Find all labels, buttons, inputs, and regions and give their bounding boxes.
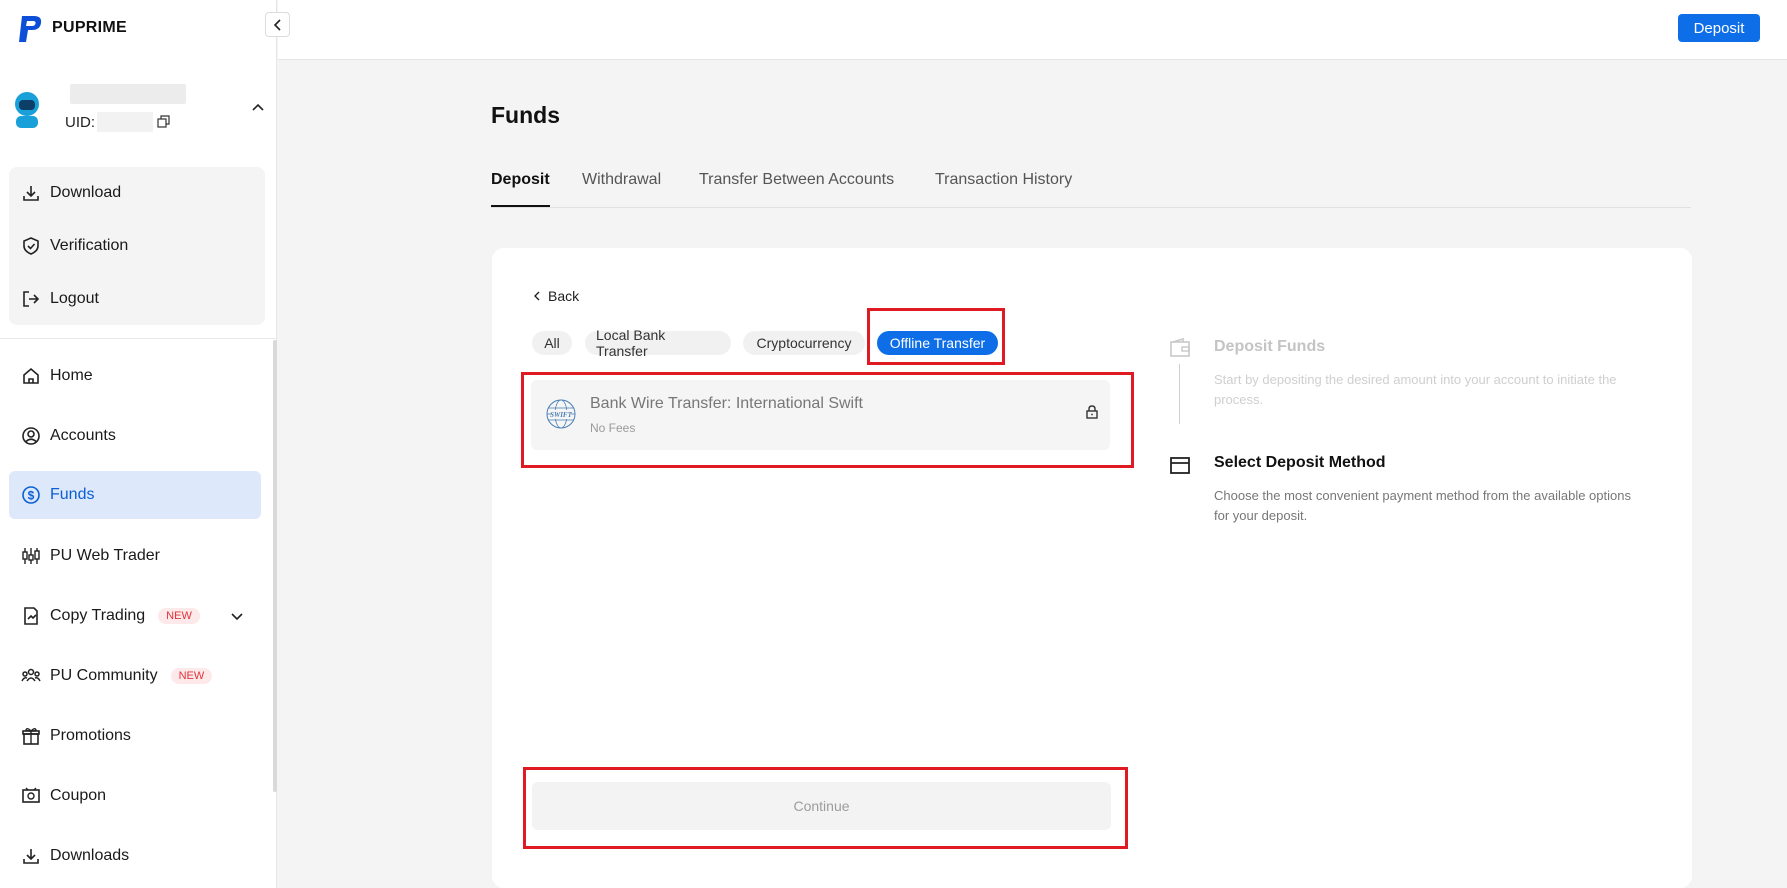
filter-local-bank-transfer[interactable]: Local Bank Transfer [585, 327, 731, 359]
funds-tabs: Deposit Withdrawal Transfer Between Acco… [491, 168, 1691, 208]
step-description: Choose the most convenient payment metho… [1214, 488, 1631, 523]
nav-web-trader-label: PU Web Trader [50, 547, 160, 564]
step-connector [1179, 364, 1180, 424]
menu-verification-label: Verification [50, 237, 129, 254]
back-label: Back [548, 288, 580, 304]
brand-name: PUPRIME [52, 19, 127, 36]
download-icon [23, 186, 39, 201]
header-deposit-button[interactable]: Deposit [1678, 14, 1760, 42]
nav-downloads-label: Downloads [50, 847, 130, 864]
user-circle-icon [22, 427, 40, 445]
user-uid: UID: [65, 112, 171, 132]
nav-home-label: Home [50, 367, 93, 384]
avatar[interactable] [10, 90, 44, 128]
uid-label: UID: [65, 113, 95, 131]
download-icon [23, 849, 39, 864]
nav-funds-label: Funds [50, 486, 95, 503]
nav-item-web-trader[interactable]: PU Web Trader [9, 532, 261, 580]
puprime-logo-icon [19, 16, 42, 42]
tab-withdrawal[interactable]: Withdrawal [582, 171, 661, 189]
copy-icon[interactable] [157, 115, 171, 129]
dollar-circle-icon: $ [22, 486, 40, 504]
uid-value-redacted [97, 112, 153, 132]
nav-copy-trading-label: Copy Trading [50, 607, 146, 624]
step-deposit-funds: Deposit Funds Start by depositing the de… [1168, 336, 1668, 436]
highlight-continue-button [523, 767, 1128, 849]
wallet-icon [1170, 337, 1190, 357]
user-profile: UID: [10, 84, 270, 134]
active-tab-indicator [491, 205, 550, 207]
highlight-offline-transfer [867, 308, 1005, 365]
sidebar: PUPRIME UID: Download Verification Logou… [0, 0, 277, 888]
highlight-payment-method [521, 372, 1134, 468]
sidebar-scrollbar[interactable] [273, 340, 277, 792]
back-button[interactable]: Back [532, 288, 579, 304]
nav-promotions-label: Promotions [50, 727, 131, 744]
step-select-method: Select Deposit Method Choose the most co… [1168, 452, 1668, 532]
tab-deposit[interactable]: Deposit [491, 171, 550, 189]
new-badge: NEW [158, 608, 200, 624]
shield-check-icon [23, 237, 39, 255]
nav-item-coupon[interactable]: Coupon [9, 772, 261, 820]
logout-icon [23, 291, 40, 307]
nav-item-downloads[interactable]: Downloads [9, 832, 261, 880]
filter-cryptocurrency[interactable]: Cryptocurrency [743, 331, 865, 355]
copy-trading-icon [24, 607, 38, 625]
step-title: Select Deposit Method [1214, 454, 1386, 471]
chevron-left-icon [273, 18, 281, 31]
filter-all[interactable]: All [532, 331, 572, 355]
tab-transfer-between-accounts[interactable]: Transfer Between Accounts [699, 171, 894, 189]
chevron-left-icon [534, 291, 540, 301]
nav-accounts-label: Accounts [50, 427, 116, 444]
user-name-redacted [70, 84, 186, 104]
card-icon [1170, 457, 1190, 474]
nav-community-label: PU Community [50, 667, 158, 684]
nav-item-funds[interactable]: $ Funds [9, 471, 261, 519]
top-bar [278, 0, 1787, 60]
brand-logo[interactable]: PUPRIME [14, 12, 127, 44]
nav-item-promotions[interactable]: Promotions [9, 712, 261, 760]
menu-verification[interactable]: Verification [21, 236, 128, 256]
candlestick-icon [22, 548, 40, 564]
nav-item-community[interactable]: PU Community NEW [9, 652, 261, 700]
menu-logout-label: Logout [50, 290, 99, 307]
step-title: Deposit Funds [1214, 338, 1326, 355]
community-icon [21, 668, 41, 682]
svg-text:$: $ [28, 489, 35, 503]
sidebar-divider [0, 338, 277, 339]
gift-icon [22, 728, 40, 745]
home-icon [23, 367, 39, 384]
coupon-icon [22, 787, 40, 803]
chevron-up-icon[interactable] [250, 100, 266, 116]
nav-item-copy-trading[interactable]: Copy Trading NEW [9, 592, 261, 640]
step-description: Start by depositing the desired amount i… [1214, 372, 1617, 407]
chevron-down-icon[interactable] [229, 608, 245, 624]
menu-download[interactable]: Download [21, 183, 121, 203]
nav-item-home[interactable]: Home [9, 352, 261, 400]
menu-logout[interactable]: Logout [21, 289, 99, 309]
new-badge: NEW [170, 668, 213, 684]
nav-coupon-label: Coupon [50, 787, 107, 804]
nav-item-accounts[interactable]: Accounts [9, 412, 261, 460]
menu-download-label: Download [50, 184, 122, 201]
page-title: Funds [491, 102, 560, 128]
tab-transaction-history[interactable]: Transaction History [935, 171, 1072, 189]
sidebar-collapse-button[interactable] [265, 12, 290, 37]
